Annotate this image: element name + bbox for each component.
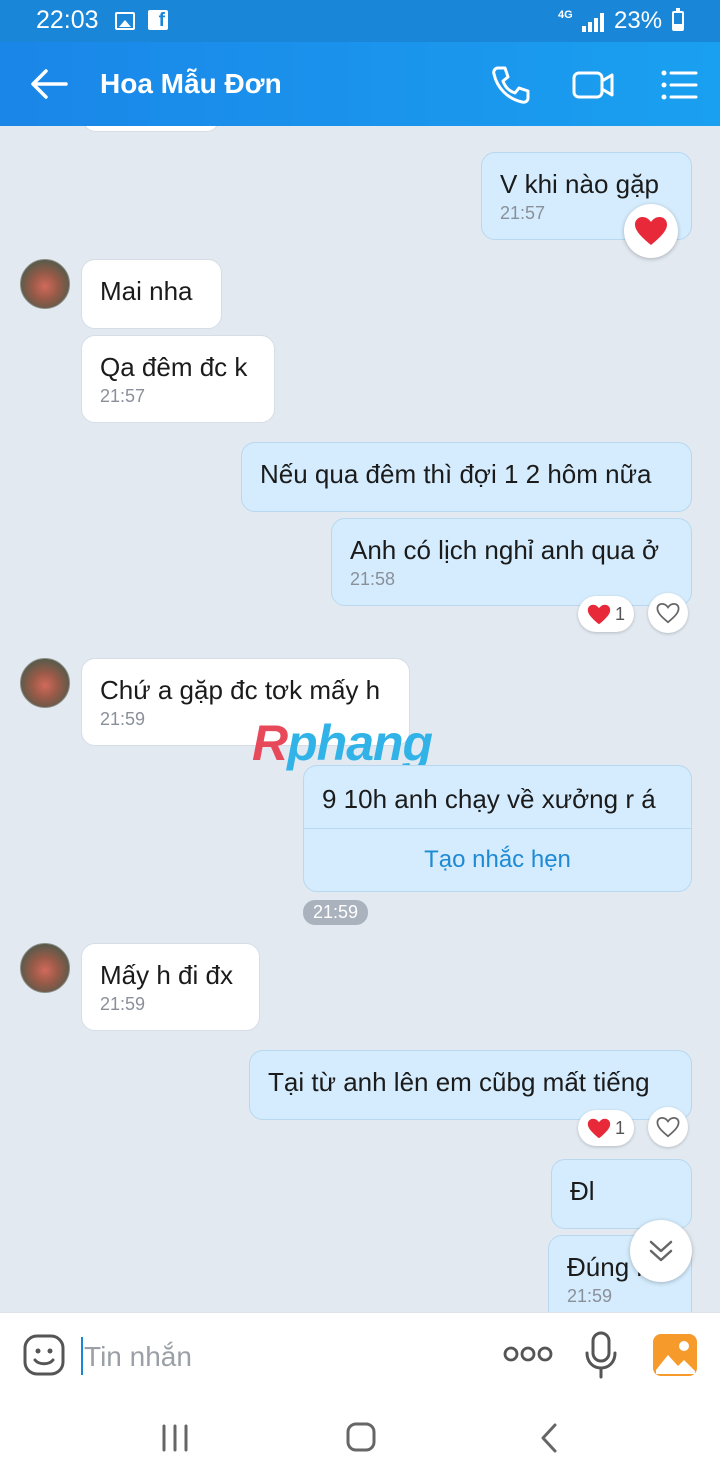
- watermark-letter: R: [252, 715, 288, 771]
- status-time: 22:03: [36, 6, 99, 34]
- message-text: Anh có lịch nghỉ anh qua ở: [350, 535, 660, 565]
- message-time: 21:57: [100, 386, 146, 406]
- message-text: Đl: [570, 1176, 595, 1206]
- reaction-count: 1: [614, 603, 625, 624]
- create-reminder-button[interactable]: Tạo nhắc hẹn: [304, 828, 691, 890]
- battery-percentage: 23%: [614, 7, 663, 34]
- message-time: 21:59: [100, 994, 146, 1014]
- avatar[interactable]: [20, 658, 70, 708]
- heart-icon: [587, 1118, 611, 1138]
- react-heart-button[interactable]: [648, 593, 688, 633]
- reaction-count-badge[interactable]: 1: [578, 596, 634, 632]
- signal-icon: [582, 12, 606, 32]
- chat-area[interactable]: V khi nào gặp 21:57 Mai nha Qa đêm đc k …: [0, 126, 720, 1312]
- message-bubble-sent[interactable]: 9 10h anh chạy về xưởng r á Tạo nhắc hẹn: [303, 765, 692, 892]
- message-input-bar: [0, 1312, 720, 1398]
- message-text: Mấy h đi đx: [100, 960, 233, 990]
- image-icon: [115, 12, 135, 30]
- contact-name[interactable]: Hoa Mẫu Đơn: [100, 68, 282, 100]
- message-bubble-sent[interactable]: Nếu qua đêm thì đợi 1 2 hôm nữa: [241, 442, 692, 512]
- reaction-count-badge[interactable]: 1: [578, 1110, 634, 1146]
- reaction-count: 1: [614, 1117, 625, 1138]
- video-call-icon[interactable]: [570, 62, 616, 108]
- message-time: 21:58: [350, 569, 396, 589]
- message-text: 9 10h anh chạy về xưởng r á: [322, 784, 656, 814]
- message-bubble-received[interactable]: Mấy h đi đx 21:59: [81, 943, 260, 1031]
- avatar[interactable]: [20, 943, 70, 993]
- sticker-emoji-icon[interactable]: [22, 1333, 66, 1377]
- recent-apps-icon[interactable]: [155, 1420, 195, 1456]
- message-text: Chứ a gặp đc tơk mấy h: [100, 675, 381, 705]
- facebook-icon: f: [148, 10, 168, 30]
- react-heart-button[interactable]: [648, 1107, 688, 1147]
- more-options-icon[interactable]: [502, 1339, 554, 1369]
- heart-outline-icon: [656, 1116, 680, 1138]
- scroll-to-bottom-button[interactable]: [630, 1220, 692, 1282]
- system-navigation-bar: [0, 1398, 720, 1480]
- heart-reaction-button[interactable]: [624, 204, 678, 258]
- home-icon[interactable]: [341, 1420, 381, 1456]
- message-text: Nếu qua đêm thì đợi 1 2 hôm nữa: [260, 459, 652, 489]
- message-time: 21:59: [567, 1286, 613, 1306]
- message-bubble-received[interactable]: Mai nha: [81, 259, 222, 329]
- message-text: Tại từ anh lên em cũbg mất tiếng: [268, 1067, 650, 1097]
- double-chevron-down-icon: [649, 1240, 673, 1262]
- watermark-text: phang: [287, 715, 433, 771]
- watermark-logo: Rphang: [252, 714, 433, 772]
- avatar[interactable]: [20, 259, 70, 309]
- message-bubble-sent[interactable]: Tại từ anh lên em cũbg mất tiếng: [249, 1050, 692, 1120]
- message-text: V khi nào gặp: [500, 169, 660, 199]
- battery-charging-icon: [672, 8, 684, 31]
- message-bubble-received[interactable]: Qa đêm đc k 21:57: [81, 335, 275, 423]
- message-text: Qa đêm đc k: [100, 352, 248, 382]
- text-caret: [81, 1337, 83, 1375]
- gallery-image-icon[interactable]: [652, 1333, 698, 1377]
- status-bar: 22:03 f 4G 23%: [0, 0, 720, 42]
- back-nav-icon[interactable]: [530, 1420, 570, 1456]
- message-bubble-sent[interactable]: Đl: [551, 1159, 692, 1229]
- message-text: Mai nha: [100, 276, 193, 306]
- message-input[interactable]: [84, 1337, 474, 1377]
- message-bubble-partial[interactable]: [82, 126, 220, 132]
- heart-icon: [635, 217, 667, 245]
- microphone-icon[interactable]: [584, 1331, 618, 1379]
- heart-icon: [587, 604, 611, 624]
- network-type: 4G: [558, 9, 573, 21]
- message-bubble-sent[interactable]: Anh có lịch nghỉ anh qua ở 21:58: [331, 518, 692, 606]
- back-arrow-icon[interactable]: [26, 64, 70, 104]
- heart-outline-icon: [656, 602, 680, 624]
- chat-header: Hoa Mẫu Đơn: [0, 42, 720, 126]
- menu-list-icon[interactable]: [656, 62, 702, 108]
- phone-icon[interactable]: [488, 62, 534, 108]
- time-separator: 21:59: [303, 900, 369, 925]
